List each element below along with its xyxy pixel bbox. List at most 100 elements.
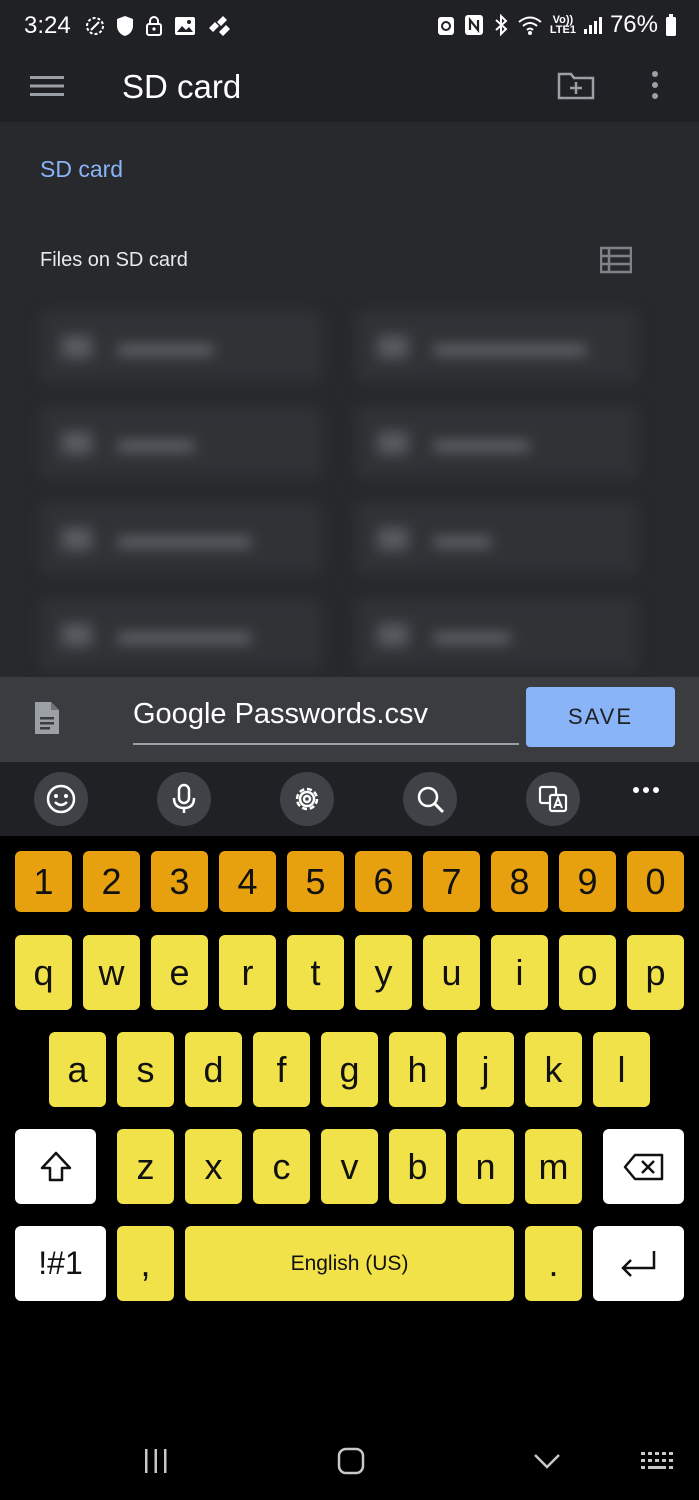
folder-icon — [378, 336, 408, 358]
key-g[interactable]: g — [321, 1032, 378, 1107]
section-title: Files on SD card — [40, 249, 188, 271]
key-m[interactable]: m — [525, 1129, 582, 1204]
save-bar: Google Passwords.csv SAVE — [0, 677, 699, 762]
more-icon[interactable] — [632, 786, 660, 794]
lte-label: LTE1 — [549, 24, 576, 36]
backspace-key[interactable] — [603, 1129, 684, 1204]
folder-tile[interactable]: ▬▬▬▬▬▬▬ — [40, 598, 322, 670]
microphone-icon[interactable] — [157, 772, 211, 826]
status-bar: 3:24 Vo)) LTE1 76% — [0, 0, 699, 56]
key-q[interactable]: q — [15, 935, 72, 1010]
key-k[interactable]: k — [525, 1032, 582, 1107]
key-a[interactable]: a — [49, 1032, 106, 1107]
key-j[interactable]: j — [457, 1032, 514, 1107]
key-0[interactable]: 0 — [627, 851, 684, 912]
comma-key[interactable]: , — [117, 1226, 174, 1301]
more-options-icon[interactable] — [646, 70, 664, 102]
folder-name-blurred: ▬▬▬▬▬▬▬▬ — [434, 337, 586, 358]
key-p[interactable]: p — [627, 935, 684, 1010]
key-d[interactable]: d — [185, 1032, 242, 1107]
breadcrumb[interactable]: SD card — [40, 156, 123, 183]
translate-icon[interactable] — [526, 772, 580, 826]
hide-keyboard-icon[interactable] — [533, 1452, 561, 1470]
key-z[interactable]: z — [117, 1129, 174, 1204]
key-i[interactable]: i — [491, 935, 548, 1010]
battery-icon — [665, 13, 677, 37]
folder-tile[interactable]: ▬▬▬▬▬ — [356, 406, 638, 478]
space-key[interactable]: English (US) — [185, 1226, 514, 1301]
keyboard: 1 2 3 4 5 6 7 8 9 0 q w e r t y u i o p … — [0, 836, 699, 1376]
folder-tile[interactable]: ▬▬▬▬▬▬▬ — [40, 502, 322, 574]
list-view-icon[interactable] — [600, 246, 632, 274]
key-x[interactable]: x — [185, 1129, 242, 1204]
folder-tile[interactable]: ▬▬▬▬▬ — [40, 310, 322, 382]
keyboard-switch-icon[interactable] — [640, 1450, 674, 1474]
network-type: Vo)) LTE1 — [549, 15, 576, 36]
shift-key[interactable] — [15, 1129, 96, 1204]
key-3[interactable]: 3 — [151, 851, 208, 912]
shift-icon — [40, 1151, 71, 1181]
key-u[interactable]: u — [423, 935, 480, 1010]
gallery-icon — [173, 14, 197, 38]
enter-key[interactable] — [593, 1226, 684, 1301]
folder-icon — [62, 336, 92, 358]
key-9[interactable]: 9 — [559, 851, 616, 912]
key-l[interactable]: l — [593, 1032, 650, 1107]
key-h[interactable]: h — [389, 1032, 446, 1107]
key-t[interactable]: t — [287, 935, 344, 1010]
system-indicators: Vo)) LTE1 76% — [436, 11, 677, 39]
key-2[interactable]: 2 — [83, 851, 140, 912]
key-r[interactable]: r — [219, 935, 276, 1010]
key-s[interactable]: s — [117, 1032, 174, 1107]
key-7[interactable]: 7 — [423, 851, 480, 912]
folder-icon — [62, 432, 92, 454]
symbols-key[interactable]: !#1 — [15, 1226, 106, 1301]
lock-icon — [144, 14, 164, 38]
settings-icon[interactable] — [280, 772, 334, 826]
home-icon[interactable] — [337, 1447, 365, 1475]
enter-icon — [620, 1250, 655, 1277]
shield-icon — [115, 14, 135, 38]
key-n[interactable]: n — [457, 1129, 514, 1204]
folder-icon — [378, 528, 408, 550]
key-f[interactable]: f — [253, 1032, 310, 1107]
key-w[interactable]: w — [83, 935, 140, 1010]
backspace-icon — [623, 1153, 663, 1180]
key-v[interactable]: v — [321, 1129, 378, 1204]
key-y[interactable]: y — [355, 935, 412, 1010]
navigation-bar — [0, 1420, 699, 1500]
key-4[interactable]: 4 — [219, 851, 276, 912]
document-icon — [33, 700, 61, 736]
key-b[interactable]: b — [389, 1129, 446, 1204]
emoji-icon[interactable] — [34, 772, 88, 826]
recent-apps-icon[interactable] — [143, 1448, 169, 1474]
nfc-icon — [463, 13, 485, 37]
save-button[interactable]: SAVE — [526, 687, 675, 747]
key-c[interactable]: c — [253, 1129, 310, 1204]
folder-tile[interactable]: ▬▬▬ — [356, 502, 638, 574]
folder-tile[interactable]: ▬▬▬▬ — [356, 598, 638, 670]
key-5[interactable]: 5 — [287, 851, 344, 912]
key-6[interactable]: 6 — [355, 851, 412, 912]
period-key[interactable]: . — [525, 1226, 582, 1301]
signal-icon — [583, 15, 603, 35]
search-icon[interactable] — [403, 772, 457, 826]
file-browser: SD card Files on SD card ▬▬▬▬▬ ▬▬▬▬▬▬▬▬ … — [0, 122, 699, 677]
page-title: SD card — [122, 68, 242, 105]
key-8[interactable]: 8 — [491, 851, 548, 912]
folder-name-blurred: ▬▬▬▬ — [434, 625, 510, 646]
wifi-icon — [517, 14, 543, 36]
folder-tile[interactable]: ▬▬▬▬ — [40, 406, 322, 478]
folder-name-blurred: ▬▬▬▬ — [118, 433, 194, 454]
key-1[interactable]: 1 — [15, 851, 72, 912]
app-notification-icon — [206, 14, 232, 38]
menu-icon[interactable] — [30, 74, 64, 98]
folder-tile[interactable]: ▬▬▬▬▬▬▬▬ — [356, 310, 638, 382]
notification-icons — [84, 14, 232, 38]
filename-input[interactable]: Google Passwords.csv — [133, 695, 519, 745]
folder-icon — [62, 528, 92, 550]
key-e[interactable]: e — [151, 935, 208, 1010]
new-folder-icon[interactable] — [557, 70, 595, 100]
key-o[interactable]: o — [559, 935, 616, 1010]
folder-icon — [378, 624, 408, 646]
